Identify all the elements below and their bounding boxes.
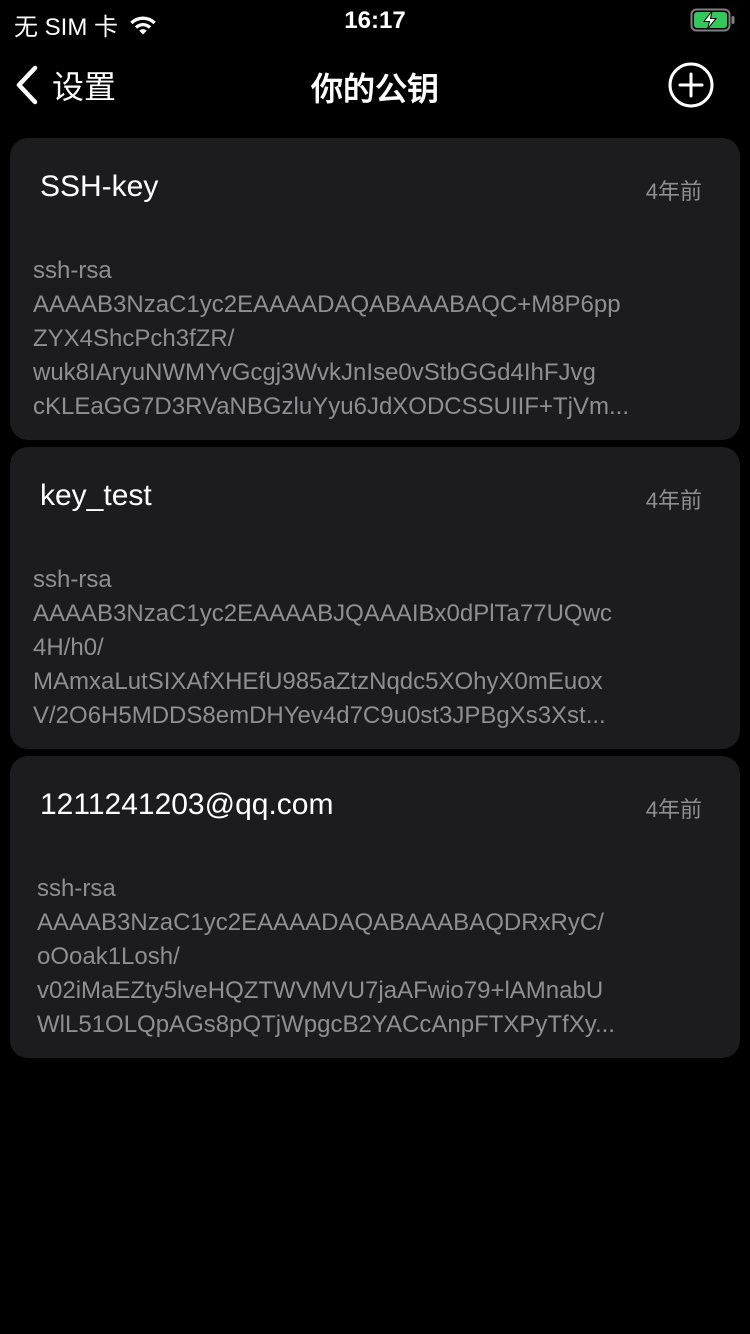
add-key-button[interactable] — [668, 62, 714, 108]
key-line: AAAAB3NzaC1yc2EAAAADAQABAAABAQC+M8P6pp — [33, 291, 621, 318]
key-line: ssh-rsa — [33, 566, 112, 593]
key-line: 4H/h0/ — [33, 634, 104, 661]
key-line: oOoak1Losh/ — [37, 943, 180, 970]
public-key-text: ssh-rsa AAAAB3NzaC1yc2EAAAABJQAAAIBx0dPl… — [33, 563, 723, 733]
key-line: V/2O6H5MDDS8emDHYev4d7C9u0st3JPBgXs3Xst.… — [33, 702, 606, 729]
key-card-ssh-key[interactable]: SSH-key 4年前 ssh-rsa AAAAB3NzaC1yc2EAAAAD… — [10, 138, 740, 440]
key-name: 1211241203@qq.com — [40, 788, 334, 821]
key-line: MAmxaLutSIXAfXHEfU985aZtzNqdc5XOhyX0mEuo… — [33, 668, 603, 695]
key-name: key_test — [40, 479, 152, 512]
status-bar: 无 SIM 卡 16:17 — [0, 0, 750, 41]
key-age: 4年前 — [645, 797, 702, 822]
key-line: AAAAB3NzaC1yc2EAAAABJQAAAIBx0dPlTa77UQwc — [33, 600, 612, 627]
key-age: 4年前 — [645, 488, 702, 513]
key-line: wuk8IAryuNWMYvGcgj3WvkJnIse0vStbGGd4IhFJ… — [33, 359, 596, 386]
key-line: ssh-rsa — [37, 875, 116, 902]
key-line: v02iMaEZty5lveHQZTWVMVU7jaAFwio79+lAMnab… — [37, 977, 604, 1004]
key-line: AAAAB3NzaC1yc2EAAAADAQABAAABAQDRxRyC/ — [37, 909, 604, 936]
key-card-key-test[interactable]: key_test 4年前 ssh-rsa AAAAB3NzaC1yc2EAAAA… — [10, 447, 740, 749]
key-line: cKLEaGG7D3RVaNBGzluYyu6JdXODCSSUIIF+TjVm… — [33, 393, 629, 420]
navigation-bar: 设置 你的公钥 — [0, 40, 750, 130]
key-line: WlL51OLQpAGs8pQTjWpgcB2YACcAnpFTXPyTfXy.… — [37, 1011, 615, 1038]
public-key-text: ssh-rsa AAAAB3NzaC1yc2EAAAADAQABAAABAQC+… — [33, 254, 723, 424]
key-name: SSH-key — [40, 170, 159, 203]
key-line: ssh-rsa — [33, 257, 112, 284]
key-line: ZYX4ShcPch3fZR/ — [33, 325, 235, 352]
status-time: 16:17 — [344, 7, 406, 34]
public-key-text: ssh-rsa AAAAB3NzaC1yc2EAAAADAQABAAABAQDR… — [37, 872, 727, 1042]
battery-charging-icon — [690, 8, 735, 32]
key-card-qq-email[interactable]: 1211241203@qq.com 4年前 ssh-rsa AAAAB3NzaC… — [10, 756, 740, 1058]
key-age: 4年前 — [645, 179, 702, 204]
page-title: 你的公钥 — [310, 71, 439, 107]
